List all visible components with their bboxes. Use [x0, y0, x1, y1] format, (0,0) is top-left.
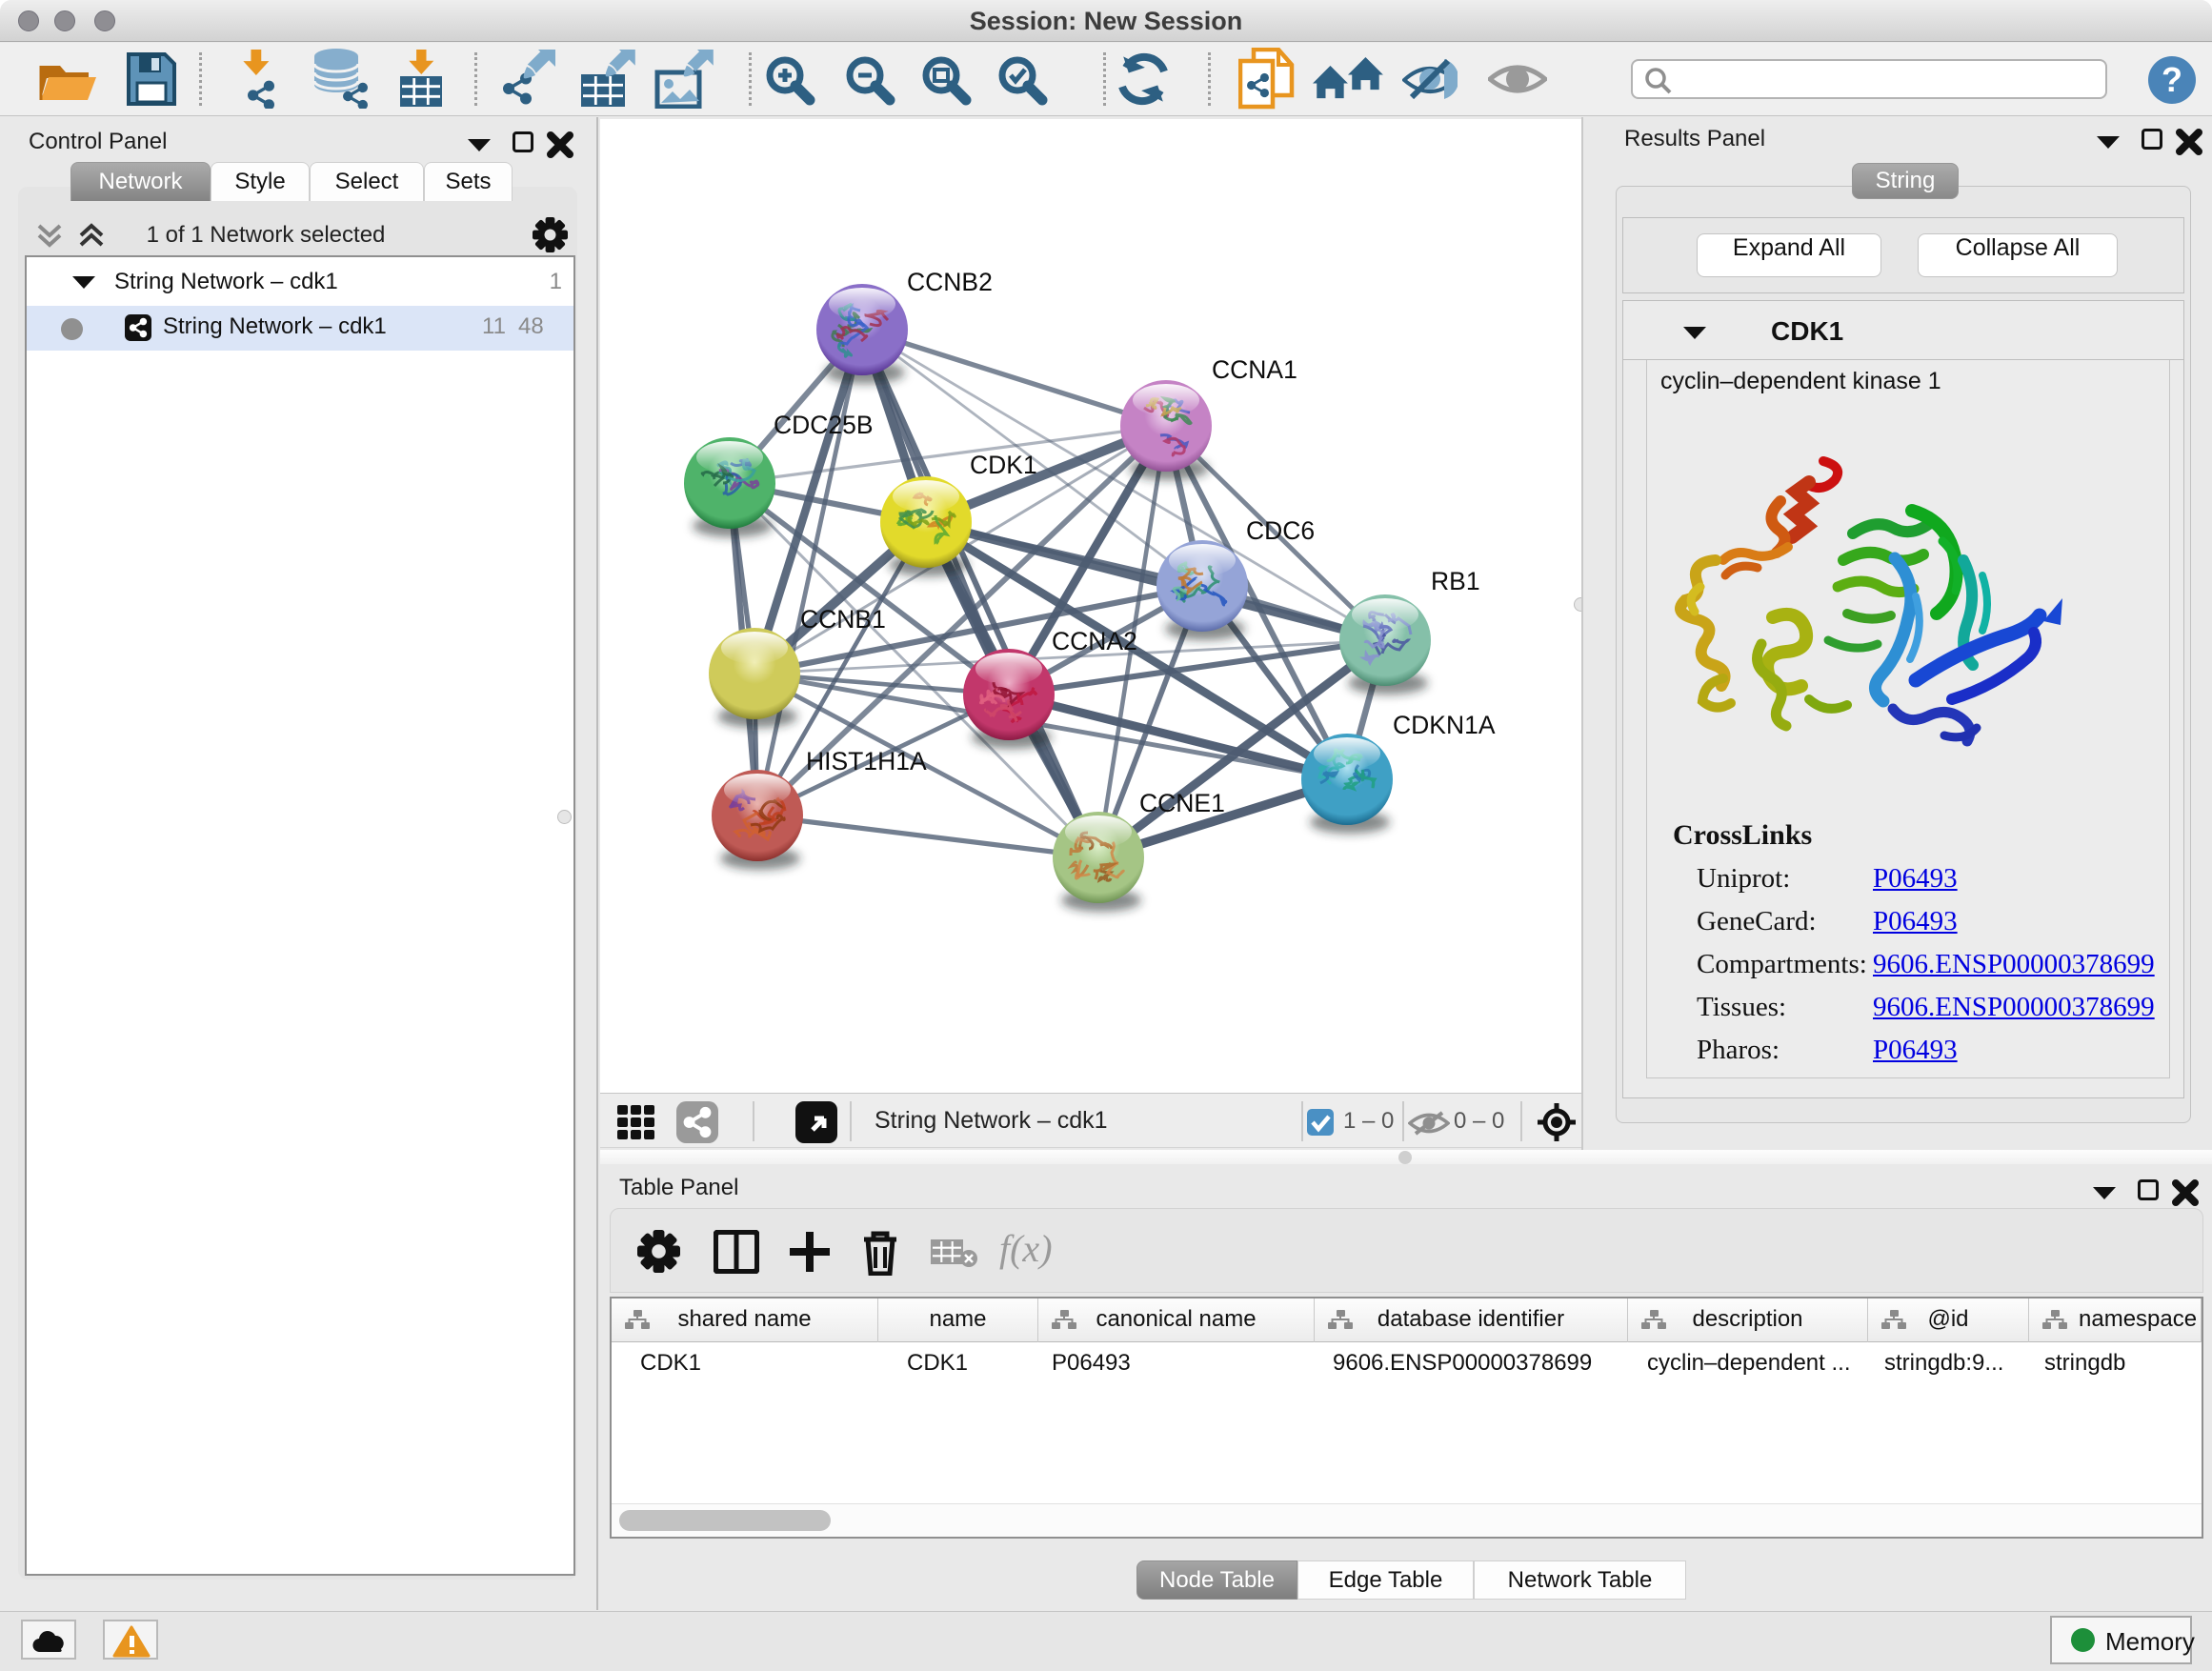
svg-text:CDKN1A: CDKN1A: [1393, 711, 1496, 739]
svg-text:CDC25B: CDC25B: [774, 411, 874, 439]
svg-text:CCNB2: CCNB2: [907, 268, 993, 296]
svg-text:CDC6: CDC6: [1246, 516, 1315, 545]
svg-text:CCNA1: CCNA1: [1212, 355, 1297, 384]
svg-text:?: ?: [2162, 60, 2182, 99]
svg-text:HIST1H1A: HIST1H1A: [806, 747, 927, 775]
svg-text:RB1: RB1: [1431, 567, 1480, 595]
svg-text:CDK1: CDK1: [970, 451, 1037, 479]
svg-text:CCNE1: CCNE1: [1139, 789, 1225, 817]
svg-text:CCNA2: CCNA2: [1052, 627, 1137, 655]
svg-text:CCNB1: CCNB1: [800, 605, 886, 634]
